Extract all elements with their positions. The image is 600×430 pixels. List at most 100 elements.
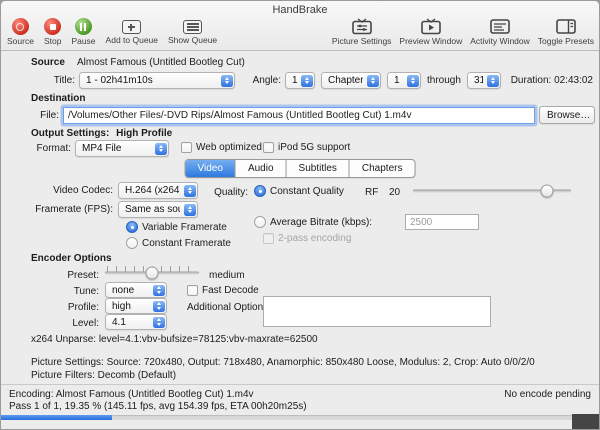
variable-framerate-label: Variable Framerate xyxy=(142,222,227,233)
tab-video[interactable]: Video xyxy=(186,160,236,177)
ipod-support-label: iPod 5G support xyxy=(278,142,350,153)
titlebar: HandBrake xyxy=(1,4,599,16)
additional-options-input[interactable] xyxy=(263,296,491,327)
web-optimized-label: Web optimized xyxy=(196,142,262,153)
output-settings-header: Output Settings: High Profile xyxy=(31,128,172,140)
toggle-presets-label: Toggle Presets xyxy=(538,36,594,46)
tab-subtitles[interactable]: Subtitles xyxy=(287,160,350,177)
popup-arrows-icon xyxy=(367,75,379,87)
constant-framerate-radio[interactable]: Constant Framerate xyxy=(126,237,231,249)
angle-popup[interactable]: 1 xyxy=(285,72,315,89)
angle-popup-value: 1 xyxy=(292,75,297,86)
settings-tabs: Video Audio Subtitles Chapters xyxy=(185,159,416,178)
constant-quality-label: Constant Quality xyxy=(270,186,344,197)
browse-button[interactable]: Browse… xyxy=(539,106,595,124)
format-popup[interactable]: MP4 File xyxy=(75,140,169,157)
chapter-end-value: 31 xyxy=(474,75,483,86)
level-popup[interactable]: 4.1 xyxy=(105,314,167,330)
profile-label: Profile: xyxy=(21,302,99,314)
framerate-value: Same as source xyxy=(125,204,180,215)
angle-label: Angle: xyxy=(245,75,281,87)
range-type-popup[interactable]: Chapters xyxy=(321,72,381,89)
slider-thumb[interactable] xyxy=(541,185,554,198)
checkbox-icon xyxy=(263,233,274,244)
average-bitrate-input[interactable] xyxy=(405,214,479,230)
radio-selected-icon xyxy=(126,221,138,233)
pause-button-label: Pause xyxy=(71,36,95,46)
x264-unparse-text: x264 Unparse: level=4.1:vbv-bufsize=7812… xyxy=(31,334,318,346)
preview-window-icon xyxy=(421,18,441,35)
preview-window-label: Preview Window xyxy=(399,36,462,46)
picture-settings-icon xyxy=(352,18,372,35)
video-codec-label: Video Codec: xyxy=(21,185,113,197)
add-to-queue-label: Add to Queue xyxy=(106,35,158,45)
rf-value: 20 xyxy=(389,187,400,199)
file-label: File: xyxy=(31,110,59,122)
fast-decode-label: Fast Decode xyxy=(202,285,259,296)
stop-icon xyxy=(44,18,61,35)
format-label: Format: xyxy=(29,143,71,155)
tune-popup[interactable]: none xyxy=(105,282,167,298)
handbrake-window: HandBrake Source Stop Pause Add to Queue xyxy=(0,0,600,430)
tab-chapters[interactable]: Chapters xyxy=(350,160,415,177)
range-type-value: Chapters xyxy=(328,75,363,86)
preview-window-button[interactable]: Preview Window xyxy=(399,18,462,46)
source-button[interactable]: Source xyxy=(7,18,34,46)
toolbar-left: Source Stop Pause Add to Queue Show Queu… xyxy=(7,18,217,46)
destination-section-label: Destination xyxy=(31,93,85,105)
stop-button[interactable]: Stop xyxy=(44,18,62,46)
window-resize-corner[interactable] xyxy=(572,414,599,429)
pause-button[interactable]: Pause xyxy=(71,18,95,46)
queue-status-text: No encode pending xyxy=(504,389,591,401)
two-pass-label: 2-pass encoding xyxy=(278,233,351,244)
average-bitrate-radio[interactable]: Average Bitrate (kbps): xyxy=(254,216,372,228)
quality-slider[interactable] xyxy=(413,183,571,199)
title-popup[interactable]: 1 - 02h41m10s xyxy=(79,72,235,89)
picture-filters-summary: Picture Filters: Decomb (Default) xyxy=(31,370,176,382)
constant-quality-radio[interactable]: Constant Quality xyxy=(254,185,344,197)
radio-icon xyxy=(126,237,138,249)
web-optimized-checkbox[interactable]: Web optimized xyxy=(181,142,262,153)
variable-framerate-radio[interactable]: Variable Framerate xyxy=(126,221,227,233)
preset-slider[interactable] xyxy=(105,265,199,280)
format-popup-value: MP4 File xyxy=(82,143,121,154)
framerate-popup[interactable]: Same as source xyxy=(118,201,198,218)
video-codec-popup[interactable]: H.264 (x264) xyxy=(118,182,198,199)
chapter-start-popup[interactable]: 1 xyxy=(387,72,421,89)
profile-popup[interactable]: high xyxy=(105,298,167,314)
toggle-presets-icon xyxy=(556,18,576,35)
window-chrome: HandBrake Source Stop Pause Add to Queue xyxy=(1,1,599,51)
activity-window-button[interactable]: Activity Window xyxy=(470,18,530,46)
toggle-presets-button[interactable]: Toggle Presets xyxy=(538,18,594,46)
duration-value: 02:43:02 xyxy=(554,75,593,86)
file-input[interactable] xyxy=(63,107,535,124)
level-label: Level: xyxy=(21,318,99,330)
ipod-support-checkbox[interactable]: iPod 5G support xyxy=(263,142,350,153)
add-to-queue-button[interactable]: Add to Queue xyxy=(106,18,158,45)
source-name: Almost Famous (Untitled Bootleg Cut) xyxy=(77,57,245,69)
activity-window-label: Activity Window xyxy=(470,36,530,46)
picture-settings-label: Picture Settings xyxy=(332,36,392,46)
output-preset-name: High Profile xyxy=(116,128,172,139)
encode-progress-text: Pass 1 of 1, 19.35 % (145.11 fps, avg 15… xyxy=(9,401,307,413)
video-codec-value: H.264 (x264) xyxy=(125,185,180,196)
rf-label: RF xyxy=(365,187,378,199)
popup-arrows-icon xyxy=(153,301,165,312)
source-section-label: Source xyxy=(31,57,65,69)
checkbox-icon xyxy=(187,285,198,296)
through-label: through xyxy=(427,75,461,87)
two-pass-checkbox[interactable]: 2-pass encoding xyxy=(263,233,351,244)
fast-decode-checkbox[interactable]: Fast Decode xyxy=(187,285,259,296)
tab-audio[interactable]: Audio xyxy=(236,160,287,177)
radio-icon xyxy=(254,216,266,228)
preset-label: Preset: xyxy=(21,270,99,282)
checkbox-icon xyxy=(263,142,274,153)
popup-arrows-icon xyxy=(153,317,165,328)
popup-arrows-icon xyxy=(184,204,196,216)
slider-thumb[interactable] xyxy=(146,266,159,279)
picture-settings-button[interactable]: Picture Settings xyxy=(332,18,392,46)
show-queue-button[interactable]: Show Queue xyxy=(168,18,217,45)
popup-arrows-icon xyxy=(221,75,233,87)
chapter-end-popup[interactable]: 31 xyxy=(467,72,501,89)
additional-options-label: Additional Options: xyxy=(187,302,271,314)
